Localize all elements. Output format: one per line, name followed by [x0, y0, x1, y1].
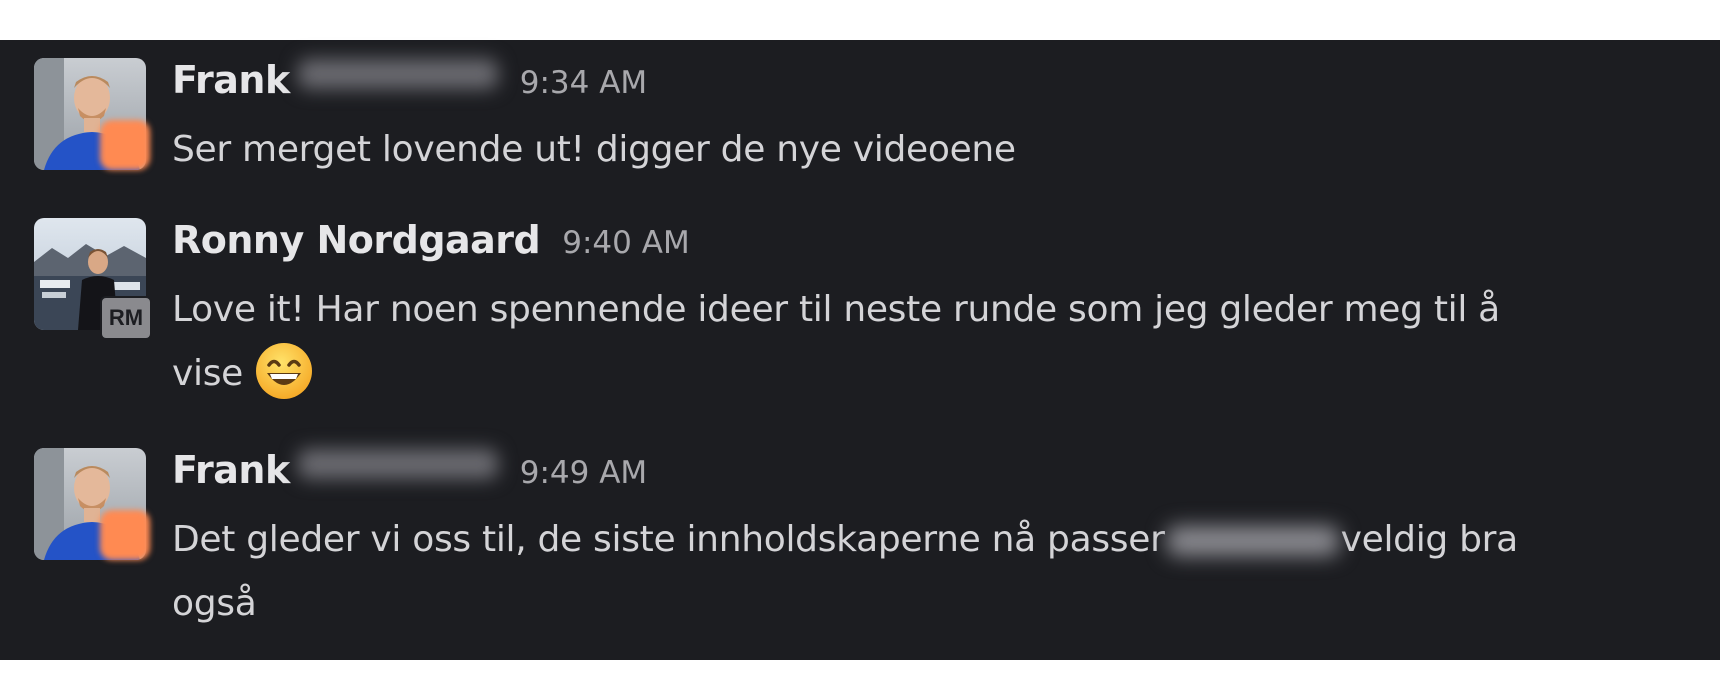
status-badge [100, 120, 150, 170]
grinning-face-emoji-icon[interactable] [254, 341, 314, 401]
message-text: Det gleder vi oss til, de siste innholds… [172, 508, 1694, 636]
author-name[interactable]: Frank [172, 448, 290, 492]
message-text-line: også [172, 583, 257, 624]
redacted-surname [297, 59, 498, 89]
avatar-container[interactable]: RM [34, 218, 152, 340]
initials-badge: RM [100, 296, 152, 340]
redacted-surname [297, 449, 498, 479]
timestamp[interactable]: 9:34 AM [520, 65, 647, 101]
author-name[interactable]: Frank [172, 58, 290, 102]
message-text-line: vise [172, 353, 244, 394]
message-header: Ronny Nordgaard 9:40 AM [172, 218, 1694, 274]
message-list: Frank 9:34 AM Ser merget lovende ut! dig… [0, 40, 1720, 660]
message-header: Frank 9:49 AM [172, 448, 1694, 504]
avatar-container[interactable] [34, 58, 150, 170]
message-text-part: veldig bra [1340, 519, 1519, 560]
message-content: Ronny Nordgaard 9:40 AM Love it! Har noe… [172, 218, 1694, 406]
message-content: Frank 9:49 AM Det gleder vi oss til, de … [172, 448, 1694, 636]
redacted-text [1166, 526, 1339, 556]
message-text-part: Det gleder vi oss til, de siste innholds… [172, 519, 1165, 560]
message-text: Ser merget lovende ut! digger de nye vid… [172, 129, 1016, 170]
message-text: Love it! Har noen spennende ideer til ne… [172, 278, 1694, 406]
author-name[interactable]: Ronny Nordgaard [172, 218, 541, 262]
message-header: Frank 9:34 AM [172, 58, 1694, 114]
status-badge [100, 510, 150, 560]
avatar-container[interactable] [34, 448, 150, 560]
message-content: Frank 9:34 AM Ser merget lovende ut! dig… [172, 58, 1694, 182]
message-text-line: Love it! Har noen spennende ideer til ne… [172, 289, 1500, 330]
timestamp[interactable]: 9:49 AM [520, 455, 647, 491]
timestamp[interactable]: 9:40 AM [562, 225, 689, 261]
